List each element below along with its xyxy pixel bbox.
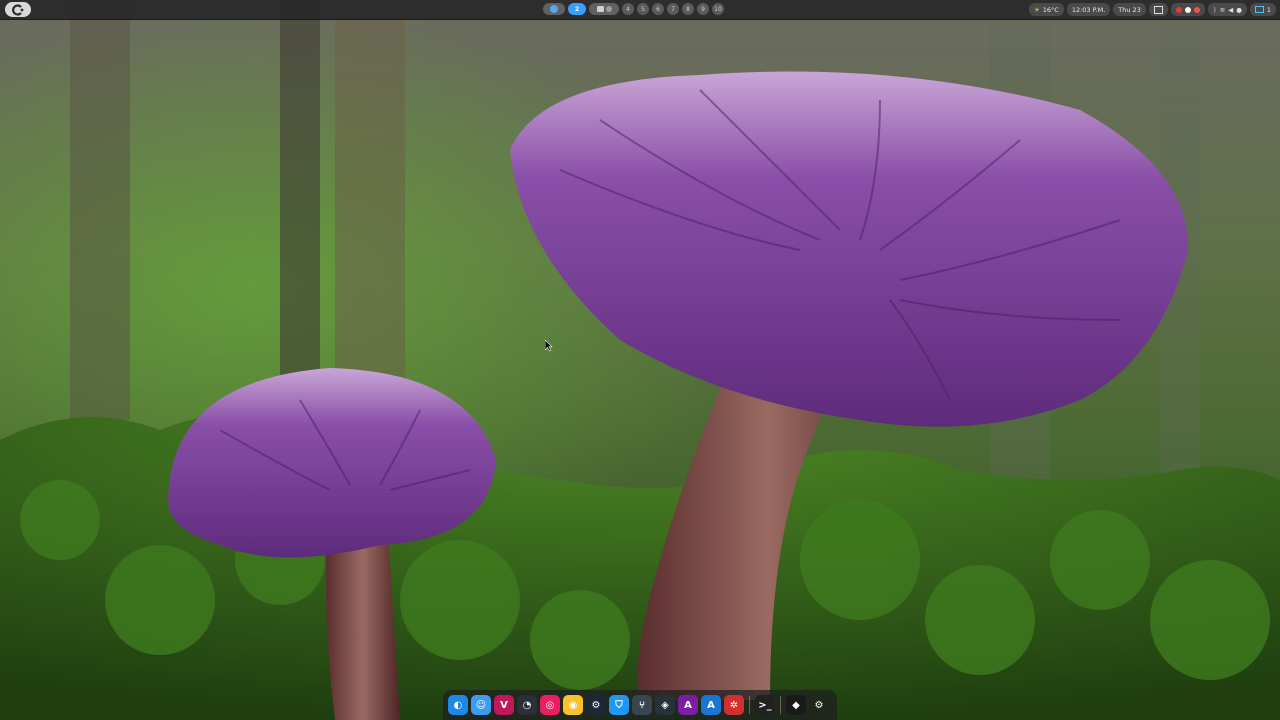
sun-icon: ☀	[1033, 5, 1040, 14]
workspace-1[interactable]	[543, 3, 565, 15]
settings-icon[interactable]: ⚙	[809, 695, 829, 715]
workspace-5[interactable]: 5	[637, 3, 649, 15]
target-app-icon[interactable]: ◎	[540, 695, 560, 715]
clock-time: 12:03 P.M.	[1071, 5, 1106, 14]
steam-like-icon[interactable]: ◔	[517, 695, 537, 715]
volume-icon: ◀	[1228, 5, 1234, 14]
workspace-app-icon	[550, 5, 558, 13]
app-menu-icon[interactable]	[5, 2, 31, 17]
dock: ◐ ☺ V ◔ ◎ ◉ ⚙ ⛉ ⑂ ◈ A A ✲ >_ ◆ ⚙	[443, 690, 837, 720]
wifi-icon: ≋	[1219, 5, 1226, 14]
battery-icon	[1254, 6, 1264, 13]
mic-icon: ●	[1236, 5, 1242, 14]
battery-label: 1	[1266, 5, 1271, 14]
menu-bar: 2 4 5 6 7 8 9 10 ☀ 16°C 12:03 P.M. Thu 2…	[0, 0, 1280, 20]
git-icon[interactable]: ⑂	[632, 695, 652, 715]
bluetooth-icon: ᛒ	[1212, 5, 1217, 14]
workspace-switcher: 2 4 5 6 7 8 9 10	[543, 3, 724, 15]
finder-icon[interactable]: ☺	[471, 695, 491, 715]
power-icon	[1193, 6, 1200, 13]
dock-separator	[749, 696, 750, 714]
wallpaper-image	[0, 0, 1280, 720]
mouse-cursor-icon	[545, 340, 553, 352]
workspace-2[interactable]: 2	[568, 3, 586, 15]
workspace-8[interactable]: 8	[682, 3, 694, 15]
display-widget[interactable]	[1148, 3, 1168, 16]
date-widget[interactable]: Thu 23	[1113, 3, 1146, 16]
dock-separator	[780, 696, 781, 714]
workspace-6[interactable]: 6	[652, 3, 664, 15]
shield-icon[interactable]: ⛉	[609, 695, 629, 715]
record-icon	[1175, 6, 1182, 13]
workspace-app-icon	[605, 6, 612, 12]
chat-icon	[1184, 6, 1191, 13]
affinity-icon[interactable]: A	[678, 695, 698, 715]
terminal-icon[interactable]: >_	[755, 695, 775, 715]
app-tray-widget[interactable]	[1170, 3, 1205, 16]
weather-widget[interactable]: ☀ 16°C	[1028, 3, 1064, 16]
clock-widget[interactable]: 12:03 P.M.	[1066, 3, 1111, 16]
cube-icon[interactable]: ◆	[786, 695, 806, 715]
desktop: 2 4 5 6 7 8 9 10 ☀ 16°C 12:03 P.M. Thu 2…	[0, 0, 1280, 720]
umbrella-icon[interactable]: ✲	[724, 695, 744, 715]
workspace-10[interactable]: 10	[712, 3, 724, 15]
workspace-7[interactable]: 7	[667, 3, 679, 15]
weather-temp: 16°C	[1042, 5, 1059, 14]
davinci-icon[interactable]: ◈	[655, 695, 675, 715]
workspace-3[interactable]	[589, 3, 619, 15]
vivaldi-icon[interactable]: V	[494, 695, 514, 715]
zoom-app-icon[interactable]: ◉	[563, 695, 583, 715]
display-icon	[1153, 5, 1163, 14]
status-tray: ☀ 16°C 12:03 P.M. Thu 23 ᛒ ≋ ◀ ● 1	[1028, 3, 1276, 16]
steam-icon[interactable]: ⚙	[586, 695, 606, 715]
workspace-4[interactable]: 4	[622, 3, 634, 15]
system-controls[interactable]: ᛒ ≋ ◀ ●	[1207, 3, 1247, 16]
workspace-9[interactable]: 9	[697, 3, 709, 15]
workspace-app-icon	[596, 6, 604, 12]
battery-widget[interactable]: 1	[1249, 3, 1276, 16]
clock-date: Thu 23	[1118, 5, 1141, 14]
edge-dev-icon[interactable]: ◐	[448, 695, 468, 715]
appstore-icon[interactable]: A	[701, 695, 721, 715]
